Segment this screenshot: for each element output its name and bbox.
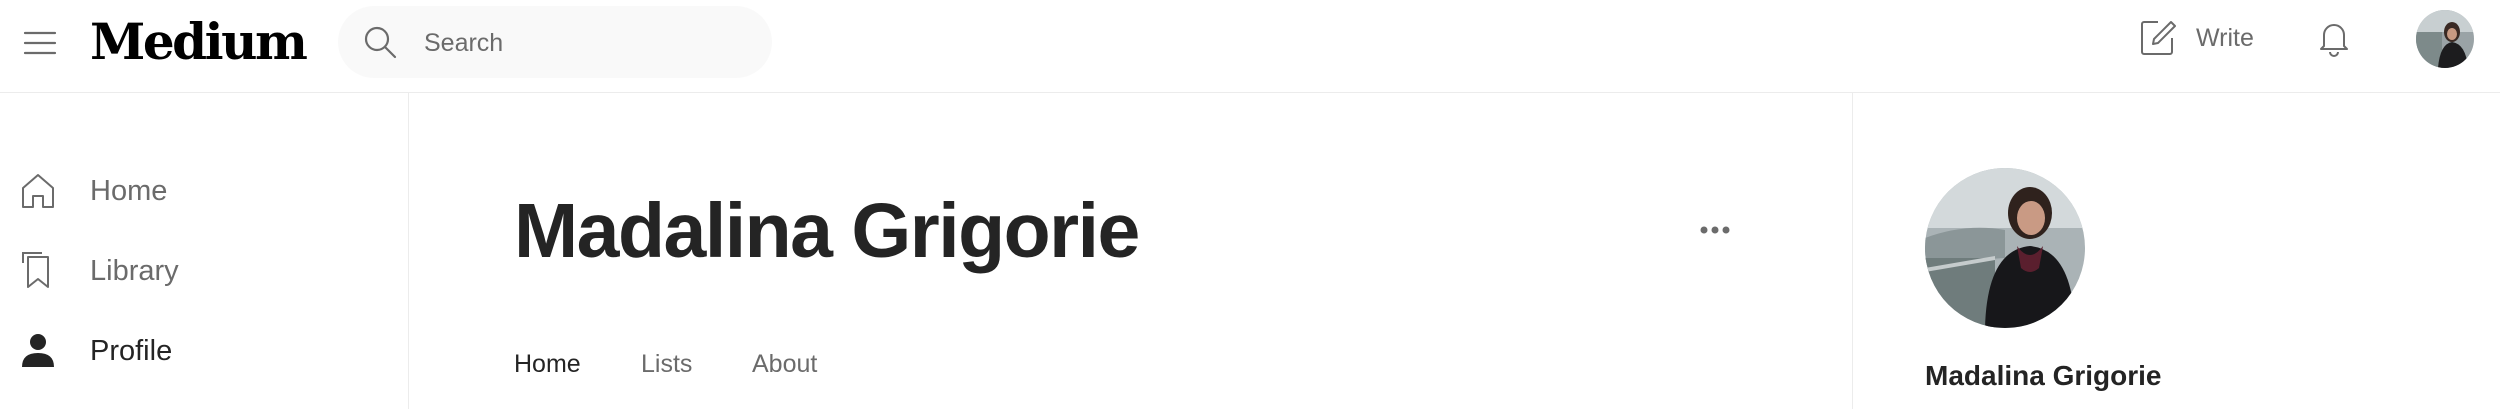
person-icon (18, 331, 58, 371)
search-bar[interactable] (338, 6, 772, 78)
search-input[interactable] (422, 20, 746, 66)
sidebar-item-profile[interactable]: Profile (18, 327, 378, 375)
notifications-bell-icon[interactable] (2314, 18, 2354, 58)
tab-home[interactable]: Home (514, 350, 581, 379)
left-sidebar: Home Library Profile (0, 93, 409, 409)
sidebar-profile-name[interactable]: Madalina Grigorie (1925, 360, 2162, 392)
write-label: Write (2196, 24, 2254, 52)
sidebar-item-label: Library (90, 255, 179, 287)
bookmark-icon (18, 251, 58, 291)
more-options-icon[interactable] (1690, 210, 1740, 250)
top-bar: Medium Write (0, 0, 2500, 93)
sidebar-item-home[interactable]: Home (18, 167, 378, 215)
profile-name-heading: Madalina Grigorie (514, 188, 1140, 274)
medium-logo[interactable]: Medium (90, 10, 308, 74)
home-icon (18, 171, 58, 211)
sidebar-item-label: Home (90, 175, 168, 207)
write-icon (2138, 18, 2178, 58)
tab-about[interactable]: About (752, 350, 817, 379)
sidebar-item-library[interactable]: Library (18, 247, 378, 295)
search-icon (362, 24, 398, 60)
hamburger-menu-icon[interactable] (22, 25, 58, 61)
tab-lists[interactable]: Lists (641, 350, 692, 379)
sidebar-item-label: Profile (90, 335, 173, 367)
user-avatar[interactable] (2416, 10, 2474, 68)
profile-avatar[interactable] (1925, 168, 2085, 328)
